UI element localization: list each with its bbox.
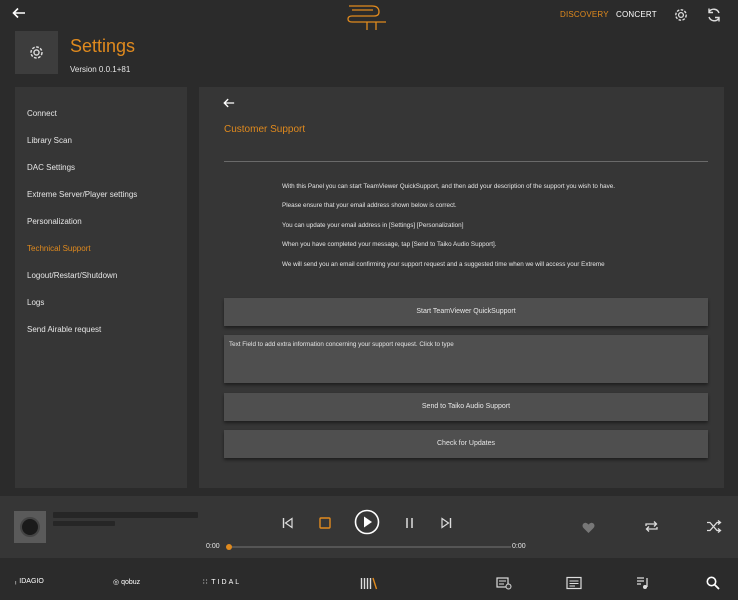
settings-header-icon xyxy=(15,31,58,74)
tidal-label: TIDAL xyxy=(211,579,242,586)
sidebar-item-library-scan[interactable]: Library Scan xyxy=(27,136,72,145)
gear-icon[interactable] xyxy=(672,6,690,24)
track-artist-placeholder xyxy=(53,521,115,526)
taiko-logo[interactable] xyxy=(346,3,390,31)
queue-settings-icon[interactable] xyxy=(496,576,512,590)
track-title-placeholder xyxy=(53,512,198,518)
bottom-nav: ╷ IDAGIO ◎ qobuz ∷ TIDAL xyxy=(0,564,738,600)
support-message-placeholder: Text Field to add extra information conc… xyxy=(229,341,454,348)
nav-discovery[interactable]: DISCOVERY xyxy=(560,10,609,19)
disc-icon xyxy=(20,517,40,537)
library-icon[interactable] xyxy=(360,576,378,590)
player-bar: 0:00 0:00 xyxy=(0,496,738,558)
sidebar-item-logs[interactable]: Logs xyxy=(27,298,44,307)
sidebar-item-airable[interactable]: Send Airable request xyxy=(27,325,101,334)
tidal-link[interactable]: ∷ TIDAL xyxy=(203,578,241,586)
version-label: Version 0.0.1+81 xyxy=(70,65,131,74)
progress-handle[interactable] xyxy=(226,544,232,550)
time-elapsed: 0:00 xyxy=(206,543,220,550)
sidebar-item-extreme-server[interactable]: Extreme Server/Player settings xyxy=(27,190,137,199)
customer-support-panel: Customer Support With this Panel you can… xyxy=(199,87,724,488)
search-icon[interactable] xyxy=(706,576,720,590)
info-line: Please ensure that your email address sh… xyxy=(282,202,457,209)
sidebar-item-dac-settings[interactable]: DAC Settings xyxy=(27,163,75,172)
start-teamviewer-button[interactable]: Start TeamViewer QuickSupport xyxy=(224,298,708,326)
gear-icon xyxy=(30,46,43,59)
nav-concert[interactable]: CONCERT xyxy=(616,10,657,19)
next-icon[interactable] xyxy=(441,516,452,534)
tidal-logo-icon: ∷ xyxy=(203,579,208,586)
support-message-field[interactable]: Text Field to add extra information conc… xyxy=(224,335,708,383)
time-total: 0:00 xyxy=(512,543,526,550)
back-arrow-icon[interactable] xyxy=(223,97,239,113)
previous-icon[interactable] xyxy=(282,516,293,534)
info-line: We will send you an email confirming you… xyxy=(282,261,605,268)
divider xyxy=(224,161,708,162)
idagio-link[interactable]: ╷ IDAGIO xyxy=(14,578,44,585)
stop-icon[interactable] xyxy=(319,516,331,534)
settings-sidebar: Connect Library Scan DAC Settings Extrem… xyxy=(15,87,187,488)
idagio-label: IDAGIO xyxy=(19,578,44,585)
progress-track[interactable] xyxy=(229,546,511,548)
info-line: With this Panel you can start TeamViewer… xyxy=(282,183,615,190)
back-arrow-icon[interactable] xyxy=(12,6,32,26)
list-icon[interactable] xyxy=(566,576,582,590)
shuffle-icon[interactable] xyxy=(706,519,722,538)
repeat-icon[interactable] xyxy=(644,520,659,538)
info-line: When you have completed your message, ta… xyxy=(282,241,497,248)
panel-title: Customer Support xyxy=(224,124,306,135)
sidebar-item-connect[interactable]: Connect xyxy=(27,109,57,118)
play-icon[interactable] xyxy=(354,509,380,540)
sidebar-item-logout[interactable]: Logout/Restart/Shutdown xyxy=(27,271,117,280)
sidebar-item-personalization[interactable]: Personalization xyxy=(27,217,82,226)
refresh-icon[interactable] xyxy=(705,6,723,24)
top-bar: DISCOVERY CONCERT xyxy=(0,0,738,32)
album-art[interactable] xyxy=(14,511,46,543)
qobuz-link[interactable]: ◎ qobuz xyxy=(113,578,140,586)
check-updates-button[interactable]: Check for Updates xyxy=(224,430,708,458)
sidebar-item-technical-support[interactable]: Technical Support xyxy=(27,244,91,253)
send-support-button[interactable]: Send to Taiko Audio Support xyxy=(224,393,708,421)
info-line: You can update your email address in [Se… xyxy=(282,222,464,229)
qobuz-label: qobuz xyxy=(121,579,141,586)
qobuz-logo-icon: ◎ xyxy=(113,579,120,586)
page-title: Settings xyxy=(70,36,136,56)
playlist-icon[interactable] xyxy=(636,576,650,590)
heart-icon[interactable] xyxy=(582,521,595,539)
pause-icon[interactable] xyxy=(404,516,415,534)
